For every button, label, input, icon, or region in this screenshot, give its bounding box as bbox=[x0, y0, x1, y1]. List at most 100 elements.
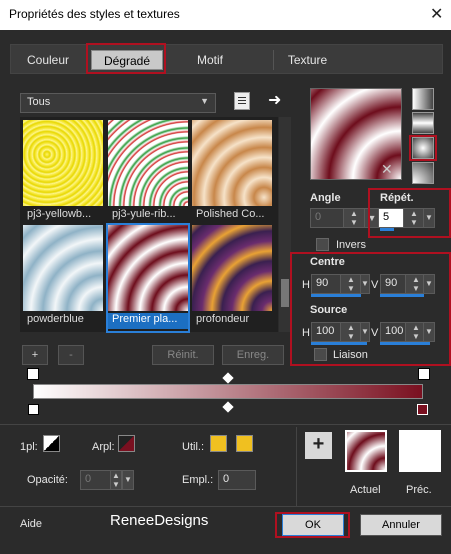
save-button[interactable]: Enreg. bbox=[222, 345, 284, 365]
gradient-preview[interactable]: ✕ bbox=[310, 88, 402, 180]
gradient-thumbnail bbox=[108, 225, 188, 311]
watermark-text: ReneeDesigns bbox=[110, 512, 209, 529]
source-v-bar bbox=[380, 342, 430, 345]
chevron-down-icon[interactable]: ▼ bbox=[423, 322, 435, 342]
gallery-item-label: profondeur bbox=[196, 313, 250, 325]
tab-couleur[interactable]: Couleur bbox=[17, 50, 79, 70]
gradient-bar[interactable] bbox=[33, 384, 423, 399]
source-h-field[interactable]: 100 bbox=[311, 322, 343, 342]
link-label: Liaison bbox=[333, 349, 368, 361]
add-swatch-button[interactable]: + bbox=[305, 432, 332, 459]
center-v-label: V bbox=[371, 279, 379, 291]
source-label: Source bbox=[310, 304, 348, 316]
invert-checkbox[interactable] bbox=[316, 238, 329, 251]
angle-label: Angle bbox=[310, 192, 341, 204]
gradient-gallery: pj3-yellowb... pj3-yule-rib... Polished … bbox=[20, 117, 278, 333]
end-marker[interactable] bbox=[418, 368, 430, 380]
invert-label: Invers bbox=[336, 239, 366, 251]
divider bbox=[0, 424, 451, 425]
chevron-down-icon[interactable]: ▼ bbox=[122, 470, 134, 490]
chevron-down-icon: ▼ bbox=[200, 96, 209, 106]
opacity-field[interactable]: 0 bbox=[80, 470, 112, 490]
gallery-item-label: pj3-yellowb... bbox=[27, 208, 92, 220]
gallery-item[interactable]: pj3-yellowb... bbox=[23, 120, 103, 226]
source-h-label: H bbox=[302, 327, 310, 339]
gradient-thumbnail bbox=[23, 120, 103, 206]
linear-style-icon[interactable] bbox=[412, 88, 434, 110]
title-bar: Propriétés des styles et textures ✕ bbox=[0, 0, 451, 30]
remove-button[interactable]: - bbox=[58, 345, 84, 365]
source-h-bar bbox=[311, 342, 367, 345]
midpoint-marker[interactable] bbox=[222, 372, 234, 384]
ok-highlight bbox=[275, 512, 350, 538]
add-button[interactable]: + bbox=[22, 345, 48, 365]
divider bbox=[0, 506, 451, 507]
style-highlight bbox=[409, 135, 437, 161]
center-label: Centre bbox=[310, 256, 345, 268]
empl-field[interactable]: 0 bbox=[218, 470, 256, 490]
center-h-label: H bbox=[302, 279, 310, 291]
tab-bar: Couleur Dégradé Motif Texture bbox=[10, 44, 443, 74]
category-select[interactable]: Tous ▼ bbox=[20, 93, 216, 113]
gallery-item-label: powderblue bbox=[27, 313, 84, 325]
gallery-item[interactable]: pj3-yule-rib... bbox=[108, 120, 188, 226]
help-link[interactable]: Aide bbox=[20, 518, 42, 530]
arpl-swatch[interactable] bbox=[118, 435, 135, 452]
gallery-item[interactable]: Polished Co... bbox=[192, 120, 272, 226]
scrollbar-thumb[interactable] bbox=[281, 279, 289, 307]
center-h-field[interactable]: 90 bbox=[311, 274, 343, 294]
gallery-item[interactable]: powderblue bbox=[23, 225, 103, 331]
start-marker[interactable] bbox=[27, 368, 39, 380]
crosshair-icon: ✕ bbox=[381, 161, 393, 177]
midpoint-marker[interactable] bbox=[222, 401, 234, 413]
gallery-item[interactable]: profondeur bbox=[192, 225, 272, 331]
tab-highlight bbox=[86, 43, 166, 74]
tab-motif[interactable]: Motif bbox=[179, 50, 241, 70]
radial-style-icon[interactable] bbox=[412, 162, 434, 184]
divider bbox=[296, 427, 297, 507]
util-swatch-2[interactable] bbox=[236, 435, 253, 452]
color-stop-wine[interactable] bbox=[417, 404, 428, 415]
center-h-spinner[interactable]: ▲ ▼ bbox=[340, 274, 362, 294]
gallery-item-label: Premier pla... bbox=[108, 313, 188, 329]
rect-style-icon[interactable] bbox=[412, 112, 434, 134]
source-h-spinner[interactable]: ▲ ▼ bbox=[340, 322, 362, 342]
gradient-thumbnail bbox=[108, 120, 188, 206]
previous-swatch[interactable] bbox=[399, 430, 441, 472]
pl1-swatch[interactable] bbox=[43, 435, 60, 452]
close-icon[interactable]: ✕ bbox=[430, 4, 443, 24]
repeat-highlight bbox=[368, 188, 451, 238]
empl-label: Empl.: bbox=[182, 474, 214, 486]
link-checkbox[interactable] bbox=[314, 348, 327, 361]
chevron-down-icon[interactable]: ▼ bbox=[423, 274, 435, 294]
opacity-spinner[interactable]: ▲ ▼ bbox=[110, 470, 122, 490]
angle-field[interactable]: 0 bbox=[310, 208, 346, 228]
arpl-label: Arpl: bbox=[92, 441, 115, 453]
angle-spinner[interactable]: ▲ ▼ bbox=[343, 208, 365, 228]
center-v-bar bbox=[380, 294, 424, 297]
arrow-right-icon[interactable]: ➜ bbox=[268, 90, 281, 110]
chevron-down-icon[interactable]: ▼ bbox=[360, 322, 370, 342]
previous-label: Préc. bbox=[406, 484, 432, 496]
gallery-item-label: pj3-yule-rib... bbox=[112, 208, 176, 220]
tab-texture[interactable]: Texture bbox=[273, 50, 341, 70]
gallery-item-label: Polished Co... bbox=[196, 208, 265, 220]
reset-button[interactable]: Réinit. bbox=[152, 345, 214, 365]
gradient-thumbnail bbox=[23, 225, 103, 311]
current-label: Actuel bbox=[350, 484, 381, 496]
gradient-thumbnail bbox=[192, 120, 272, 206]
document-icon[interactable] bbox=[234, 92, 250, 110]
opacity-label: Opacité: bbox=[27, 474, 68, 486]
center-h-bar bbox=[311, 294, 361, 297]
gallery-item-selected[interactable]: Premier pla... bbox=[106, 223, 190, 333]
util-label: Util.: bbox=[182, 441, 204, 453]
current-swatch[interactable] bbox=[345, 430, 387, 472]
source-v-label: V bbox=[371, 327, 379, 339]
color-stop-white[interactable] bbox=[28, 404, 39, 415]
util-swatch-1[interactable] bbox=[210, 435, 227, 452]
category-value: Tous bbox=[27, 96, 51, 108]
window-title: Propriétés des styles et textures bbox=[9, 7, 180, 21]
cancel-button[interactable]: Annuler bbox=[360, 514, 442, 536]
chevron-down-icon[interactable]: ▼ bbox=[360, 274, 370, 294]
gradient-thumbnail bbox=[192, 225, 272, 311]
